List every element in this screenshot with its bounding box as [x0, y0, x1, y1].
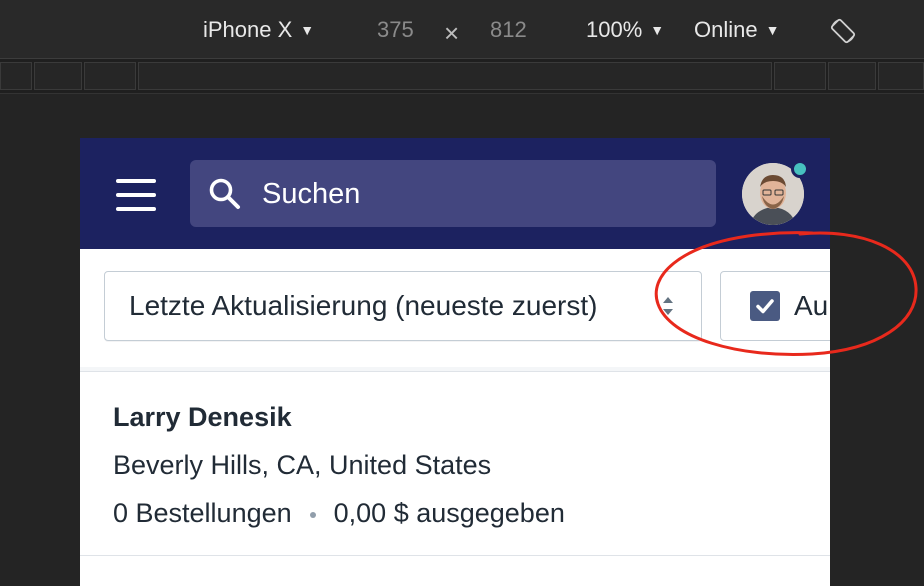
ruler-segment[interactable]	[828, 62, 876, 90]
dimension-separator: ×	[444, 18, 459, 49]
rotate-icon[interactable]	[829, 17, 857, 45]
width-input[interactable]: 375	[377, 17, 414, 43]
ruler-segment[interactable]	[0, 62, 32, 90]
list-item[interactable]: Larry Denesik Beverly Hills, CA, United …	[80, 372, 830, 556]
chevron-down-icon: ▼	[650, 22, 665, 38]
height-input[interactable]: 812	[490, 17, 527, 43]
highlight-annotation	[654, 231, 918, 356]
zoom-select[interactable]: 100% ▼	[586, 17, 664, 43]
customer-spent: 0,00 $ ausgegeben	[333, 498, 565, 528]
height-value: 812	[490, 17, 527, 42]
sort-label: Letzte Aktualisierung (neueste zuerst)	[129, 290, 598, 321]
media-query-ruler	[0, 59, 924, 94]
width-value: 375	[377, 17, 414, 42]
ruler-segment[interactable]	[774, 62, 826, 90]
search-field[interactable]: Suchen	[190, 160, 716, 227]
ruler-segment[interactable]	[34, 62, 82, 90]
search-icon	[209, 178, 240, 209]
notification-dot	[791, 160, 809, 178]
customer-stats: 0 Bestellungen 0,00 $ ausgegeben	[113, 498, 565, 529]
zoom-label: 100%	[586, 17, 643, 42]
device-toolbar: iPhone X ▼ 375 × 812 100% ▼ Online ▼	[0, 0, 924, 59]
chevron-down-icon: ▼	[765, 22, 780, 38]
ruler-segment[interactable]	[138, 62, 772, 90]
menu-icon[interactable]	[116, 179, 156, 211]
chevron-down-icon: ▼	[300, 22, 315, 38]
customer-location: Beverly Hills, CA, United States	[113, 450, 492, 480]
sort-select[interactable]: Letzte Aktualisierung (neueste zuerst)	[104, 271, 702, 341]
customer-orders: 0 Bestellungen	[113, 498, 292, 528]
device-select[interactable]: iPhone X ▼	[203, 17, 314, 43]
ruler-segment[interactable]	[84, 62, 136, 90]
device-label: iPhone X	[203, 17, 293, 42]
bullet-separator	[309, 511, 316, 518]
network-label: Online	[694, 17, 758, 42]
device-viewport: Suchen Letzte Aktualisierung (neueste zu…	[80, 138, 830, 586]
customer-name: Larry Denesik	[113, 402, 292, 432]
network-throttle-select[interactable]: Online ▼	[694, 17, 779, 43]
ruler-segment[interactable]	[878, 62, 924, 90]
times-sign: ×	[444, 18, 460, 48]
search-placeholder: Suchen	[262, 178, 361, 210]
